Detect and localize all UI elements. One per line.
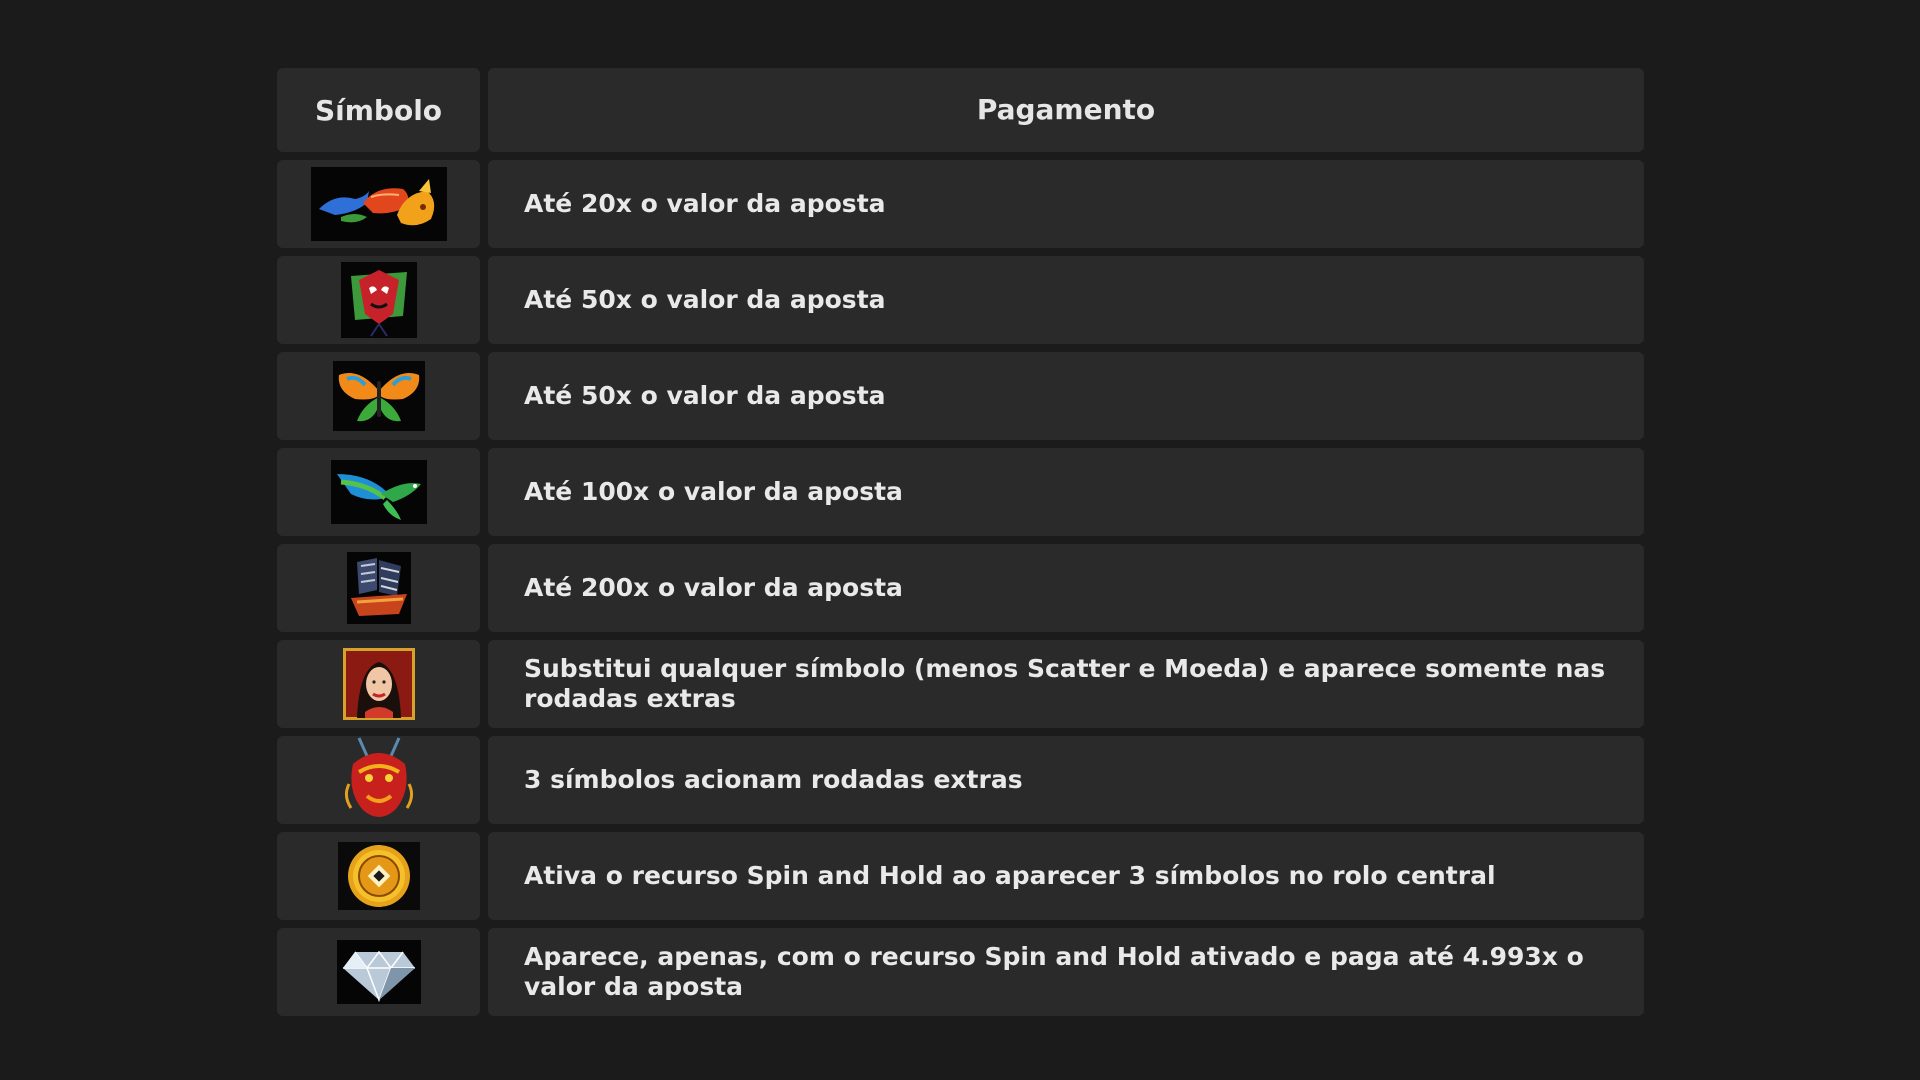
symbol-cell	[277, 256, 480, 344]
symbol-cell	[277, 832, 480, 920]
payment-text: Até 50x o valor da aposta	[488, 256, 1644, 344]
payment-text: Até 20x o valor da aposta	[488, 160, 1644, 248]
symbol-cell	[277, 544, 480, 632]
table-row: Até 50x o valor da aposta	[277, 256, 1644, 344]
table-row: Até 200x o valor da aposta	[277, 544, 1644, 632]
junk-ship-icon	[346, 552, 411, 624]
payment-text: Substitui qualquer símbolo (menos Scatte…	[488, 640, 1644, 728]
table-row: Até 50x o valor da aposta	[277, 352, 1644, 440]
opera-mask-kite-icon	[340, 262, 417, 338]
table-row: Até 20x o valor da aposta	[277, 160, 1644, 248]
payment-text: Até 200x o valor da aposta	[488, 544, 1644, 632]
symbol-cell	[277, 928, 480, 1016]
dragon-scatter-icon	[344, 737, 413, 817]
paytable: Símbolo Pagamento Até 20x o valor da apo…	[277, 68, 1644, 1024]
butterfly-kite-icon	[332, 361, 425, 431]
woman-wild-icon	[342, 648, 415, 720]
payment-text: 3 símbolos acionam rodadas extras	[488, 736, 1644, 824]
symbol-cell	[277, 640, 480, 728]
header-symbol: Símbolo	[277, 68, 480, 152]
payment-text: Aparece, apenas, com o recurso Spin and …	[488, 928, 1644, 1016]
payment-text: Até 50x o valor da aposta	[488, 352, 1644, 440]
table-row: Substitui qualquer símbolo (menos Scatte…	[277, 640, 1644, 728]
symbol-cell	[277, 160, 480, 248]
koi-fish-icon	[310, 167, 447, 241]
bird-kite-icon	[330, 460, 427, 524]
table-header-row: Símbolo Pagamento	[277, 68, 1644, 152]
table-row: Aparece, apenas, com o recurso Spin and …	[277, 928, 1644, 1016]
table-row: Ativa o recurso Spin and Hold ao aparece…	[277, 832, 1644, 920]
symbol-cell	[277, 352, 480, 440]
symbol-cell	[277, 736, 480, 824]
table-row: Até 100x o valor da aposta	[277, 448, 1644, 536]
payment-text: Até 100x o valor da aposta	[488, 448, 1644, 536]
symbol-cell	[277, 448, 480, 536]
payment-text: Ativa o recurso Spin and Hold ao aparece…	[488, 832, 1644, 920]
diamond-icon	[336, 940, 421, 1004]
table-row: 3 símbolos acionam rodadas extras	[277, 736, 1644, 824]
gold-coin-icon	[337, 842, 420, 910]
header-payment: Pagamento	[488, 68, 1644, 152]
